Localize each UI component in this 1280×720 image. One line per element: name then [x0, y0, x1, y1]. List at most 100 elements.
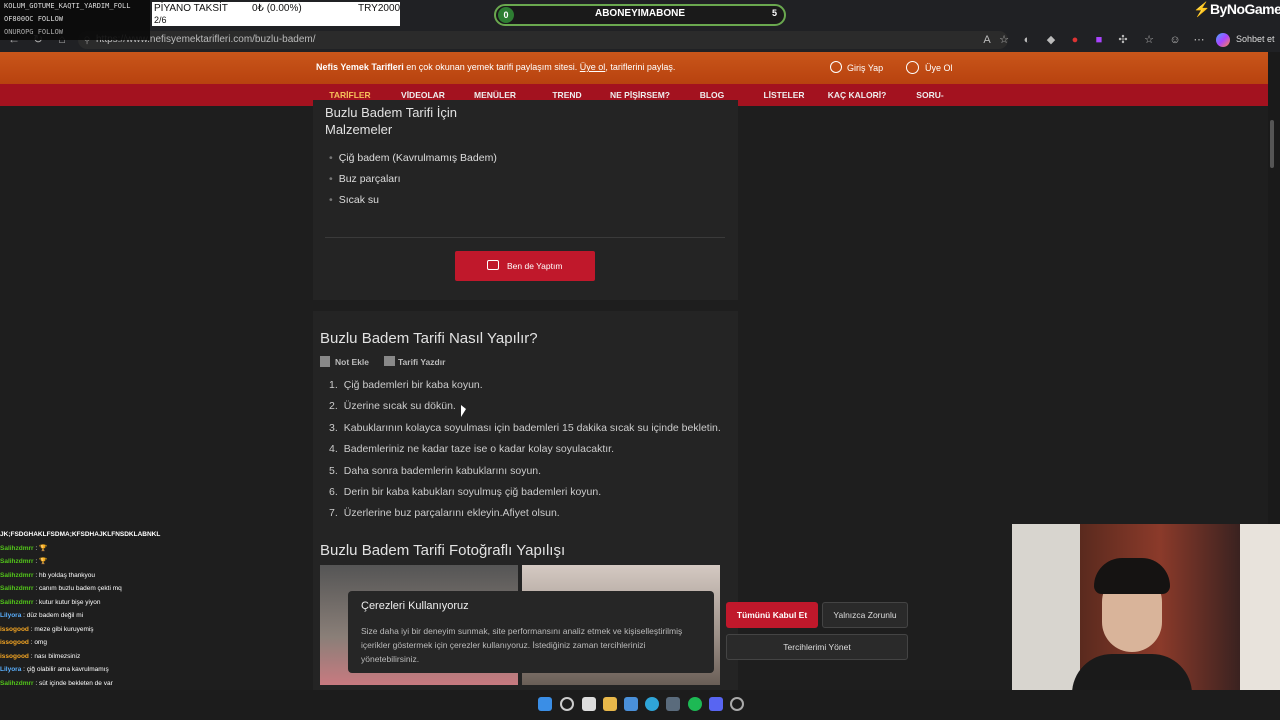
ingredient-text: Buz parçaları — [338, 173, 401, 185]
more-menu-icon[interactable]: ⋯ — [1192, 33, 1206, 47]
chat-text: 🏆 — [39, 558, 48, 565]
chat-text: meze gibi kuruyemiş — [34, 625, 94, 633]
chat-username[interactable]: issogood — [0, 639, 29, 646]
favorite-star-icon[interactable]: ☆ — [997, 33, 1011, 47]
necessary-only-button[interactable]: Yalnızca Zorunlu — [822, 602, 908, 628]
chat-username[interactable]: Salihzdmrr — [0, 599, 34, 606]
chat-message: issogood : nası bilmezsiniz — [0, 650, 200, 664]
settings-gear-icon[interactable] — [730, 697, 744, 711]
chat-text: 🏆 — [39, 544, 48, 552]
chat-username[interactable]: Lilyora — [0, 612, 21, 619]
chat-username[interactable]: Lilyora — [0, 666, 21, 673]
chat-message: issogood : meze gibi kuruyemiş — [0, 623, 200, 637]
chat-username[interactable]: Salihzdmrr — [0, 545, 34, 552]
taskbar — [0, 690, 1280, 720]
spotify-icon[interactable] — [688, 697, 702, 711]
store-icon[interactable] — [624, 697, 638, 711]
user-plus-icon[interactable] — [906, 61, 919, 74]
steps-list: 1. Çiğ bademleri bir kaba koyun. 2. Üzerin… — [329, 379, 721, 529]
stream-overlay-alerts: KOLUM_GOTUME_KAQTI_YARDIM_FOLL OF800OC F… — [0, 0, 150, 40]
step-text: Çiğ bademleri bir kaba koyun. — [343, 379, 483, 391]
profile-icon[interactable]: ☺ — [1168, 33, 1182, 47]
chat-username[interactable]: issogood — [0, 626, 29, 633]
list-item: • Buz parçaları — [329, 173, 497, 194]
chat-username[interactable]: issogood — [0, 653, 29, 660]
nav-item-kac-kalori[interactable]: KAÇ KALORİ? — [826, 84, 888, 106]
list-item: 1. Çiğ bademleri bir kaba koyun. — [329, 379, 483, 391]
accept-all-button[interactable]: Tümünü Kabul Et — [726, 602, 818, 628]
note-icon[interactable] — [320, 356, 330, 367]
overlay-line: KOLUM_GOTUME_KAQTI_YARDIM_FOLL — [4, 2, 131, 10]
recipe-title: Buzlu Badem Tarifi Nasıl Yapılır? — [320, 330, 538, 347]
discord-icon[interactable] — [709, 697, 723, 711]
bullet-icon: • — [329, 152, 333, 164]
chat-button[interactable]: Sohbet et — [1236, 34, 1275, 44]
list-item: 2. Üzerine sıcak su dökün. — [329, 400, 456, 413]
chat-username[interactable]: Salihzdmrr — [0, 558, 34, 565]
chat-text: kutur kutur bişe yiyon — [39, 598, 101, 606]
goal-target: TRY2000 — [358, 3, 401, 14]
start-windows-icon[interactable] — [538, 697, 552, 711]
read-aloud-icon[interactable]: A — [980, 33, 994, 47]
counter-label: ABONEYIMABONE — [594, 8, 685, 19]
register-button[interactable]: Üye Ol — [925, 63, 953, 73]
task-view-icon[interactable] — [582, 697, 596, 711]
step-text: Bademleriniz ne kadar taze ise o kadar k… — [343, 443, 614, 456]
chat-text: omg — [34, 639, 47, 646]
chat-username[interactable]: Salihzdmrr — [0, 572, 34, 579]
tagline-text: en çok okunan yemek tarifi paylaşım site… — [403, 62, 580, 72]
login-link[interactable]: Giriş Yap — [847, 63, 883, 73]
ingredients-title-line1: Buzlu Badem Tarifi İçin — [325, 105, 457, 120]
printer-icon[interactable] — [384, 356, 395, 366]
search-icon[interactable] — [560, 697, 574, 711]
cookie-banner: Çerezleri Kullanıyoruz Size daha iyi bir… — [348, 591, 918, 673]
file-explorer-icon[interactable] — [603, 697, 617, 711]
bullet-icon: • — [329, 173, 333, 185]
goal-count: 2/6 — [154, 15, 167, 25]
nav-item-listeler[interactable]: LİSTELER — [762, 84, 806, 106]
step-text: Derin bir kaba kabukları soyulmuş çiğ ba… — [343, 485, 602, 498]
goal-name: PİYANO TAKSİT — [154, 3, 228, 14]
chat-message: Lilyora : düz badem değil mi — [0, 609, 200, 623]
edge-browser-icon[interactable] — [645, 697, 659, 711]
manage-preferences-button[interactable]: Tercihlerimi Yönet — [726, 634, 908, 660]
extension-icon[interactable]: ◐ — [1020, 33, 1034, 47]
favorites-icon[interactable]: ☆ — [1142, 33, 1156, 47]
extensions-puzzle-icon[interactable]: ✣ — [1116, 33, 1130, 47]
register-link[interactable]: Üye ol — [580, 62, 606, 72]
chat-text: canım buzlu badem çekti mq — [39, 585, 122, 592]
made-it-button[interactable]: Ben de Yaptım — [455, 251, 595, 281]
chat-text: süt içinde bekleten de var — [39, 679, 113, 687]
nav-item-soru-cevap[interactable]: SORU-CEVAP — [902, 84, 958, 122]
chat-username[interactable]: Salihzdmrr — [0, 585, 34, 592]
tagline-end: , tariflerini paylaş. — [605, 62, 676, 72]
extension-icon[interactable]: ◆ — [1044, 33, 1058, 47]
chat-message: Lilyora : çiğ olabilir ama kavrulmamış — [0, 663, 200, 677]
user-icon[interactable] — [830, 61, 842, 73]
brand-mark-icon: ⚡ — [1193, 1, 1210, 17]
ingredient-text: Çiğ badem (Kavrulmamış Badem) — [338, 152, 497, 164]
extension-icon[interactable]: ● — [1068, 33, 1082, 47]
list-item: • Sıcak su — [329, 194, 497, 215]
extension-icon[interactable]: ■ — [1092, 33, 1106, 47]
brand-name: ByNoGame — [1209, 1, 1280, 17]
step-text: Kabuklarının kolayca soyulması için bade… — [343, 421, 721, 434]
site-tagline: Nefis Yemek Tarifleri en çok okunan yeme… — [316, 62, 675, 72]
site-brand[interactable]: Nefis Yemek Tarifleri — [316, 62, 404, 72]
add-note-link[interactable]: Not Ekle — [335, 357, 369, 367]
print-link[interactable]: Tarifi Yazdır — [398, 357, 445, 367]
scrollbar-thumb[interactable] — [1270, 120, 1274, 168]
chat-text: JK;FSDGHAKLFSDMA;KFSDHAJKLFNSDKLABNKL — [0, 531, 161, 538]
cookie-title: Çerezleri Kullanıyoruz — [361, 600, 469, 612]
steam-icon[interactable] — [666, 697, 680, 711]
list-item: 4. Bademleriniz ne kadar taze ise o kadar… — [329, 443, 614, 456]
made-it-label: Ben de Yaptım — [507, 261, 563, 271]
overlay-line: ONUROPG FOLLOW — [4, 28, 64, 36]
chat-username[interactable]: Salihzdmrr — [0, 680, 34, 687]
mouse-cursor-icon — [461, 405, 466, 417]
subscriber-counter: 0 ABONEYIMABONE 5 — [494, 4, 786, 26]
copilot-icon[interactable] — [1216, 33, 1230, 47]
address-bar[interactable]: https://www.nefisyemektarifleri.com/buzl… — [78, 31, 1008, 49]
webcam-hair — [1094, 558, 1170, 594]
chat-text: düz badem değil mi — [26, 612, 84, 619]
